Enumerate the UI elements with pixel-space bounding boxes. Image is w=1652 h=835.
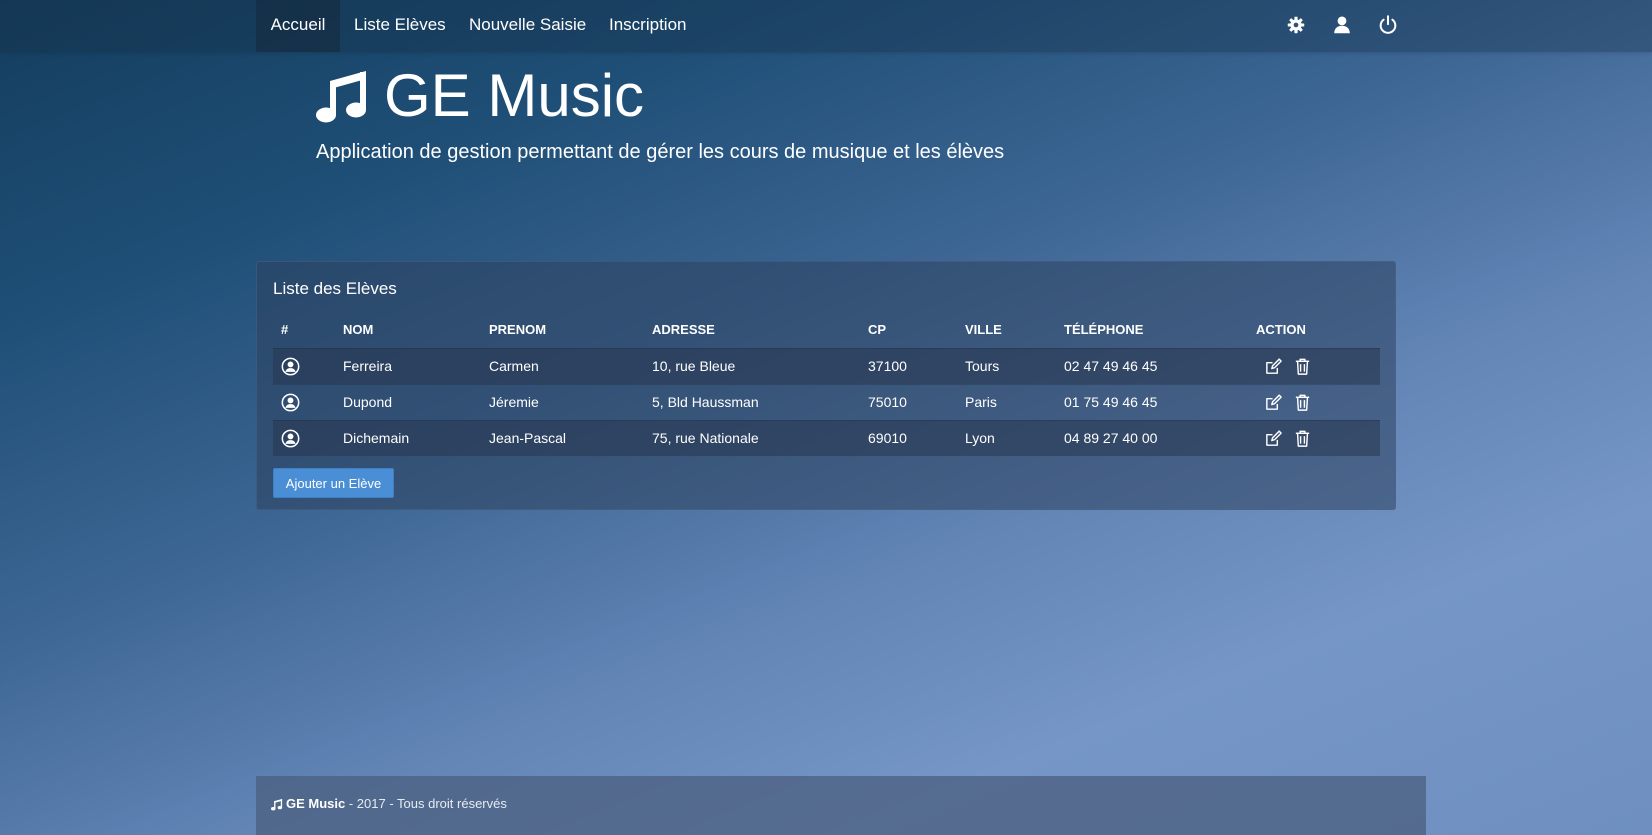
top-navbar: Accueil Liste Elèves Nouvelle Saisie Ins… bbox=[0, 0, 1652, 52]
user-icon[interactable] bbox=[1331, 14, 1353, 36]
cell-ville: Tours bbox=[965, 358, 1000, 374]
col-header-ville: VILLE bbox=[965, 322, 1002, 337]
cell-ville: Lyon bbox=[965, 430, 995, 446]
cell-telephone: 02 47 49 46 45 bbox=[1064, 358, 1158, 374]
nav-item-accueil[interactable]: Accueil bbox=[256, 0, 340, 52]
col-header-adresse: ADRESSE bbox=[652, 322, 715, 337]
nav-item-nouvelle-saisie[interactable]: Nouvelle Saisie bbox=[469, 0, 586, 52]
user-circle-icon bbox=[281, 429, 300, 448]
power-icon[interactable] bbox=[1377, 14, 1399, 36]
col-header-nom: NOM bbox=[343, 322, 374, 337]
trash-icon[interactable] bbox=[1293, 357, 1312, 376]
cell-prenom: Jéremie bbox=[489, 394, 539, 410]
table-row: Ferreira Carmen 10, rue Bleue 37100 Tour… bbox=[273, 348, 1380, 384]
edit-icon[interactable] bbox=[1264, 393, 1283, 412]
edit-icon[interactable] bbox=[1264, 357, 1283, 376]
music-note-icon bbox=[271, 798, 283, 811]
footer-copyright: - 2017 - Tous droit réservés bbox=[345, 796, 507, 811]
nav-item-inscription[interactable]: Inscription bbox=[609, 0, 686, 52]
hero-title: GE Music bbox=[316, 62, 644, 130]
add-student-button[interactable]: Ajouter un Elève bbox=[273, 468, 394, 498]
user-circle-icon bbox=[281, 393, 300, 412]
user-circle-icon bbox=[281, 357, 300, 376]
col-header-id: # bbox=[281, 322, 289, 337]
footer-brand: GE Music bbox=[286, 796, 346, 811]
trash-icon[interactable] bbox=[1293, 393, 1312, 412]
col-header-action: ACTION bbox=[1256, 322, 1306, 337]
students-table: # NOM PRENOM ADRESSE CP VILLE TÉLÉPHONE … bbox=[273, 312, 1380, 456]
music-note-icon bbox=[316, 67, 370, 125]
panel-title: Liste des Elèves bbox=[273, 279, 397, 298]
cell-adresse: 10, rue Bleue bbox=[652, 358, 736, 374]
nav-item-liste-eleves[interactable]: Liste Elèves bbox=[354, 0, 446, 52]
gear-icon[interactable] bbox=[1285, 14, 1307, 36]
footer-text: GE Music - 2017 - Tous droit réservés bbox=[271, 796, 507, 812]
cell-nom: Dichemain bbox=[343, 430, 410, 446]
table-row: Dichemain Jean-Pascal 75, rue Nationale … bbox=[273, 420, 1380, 456]
footer: GE Music - 2017 - Tous droit réservés bbox=[256, 776, 1426, 835]
cell-prenom: Carmen bbox=[489, 358, 539, 374]
edit-icon[interactable] bbox=[1264, 429, 1283, 448]
col-header-prenom: PRENOM bbox=[489, 322, 547, 337]
table-header: # NOM PRENOM ADRESSE CP VILLE TÉLÉPHONE … bbox=[273, 312, 1380, 348]
students-panel: Liste des Elèves # NOM PRENOM ADRESSE CP… bbox=[256, 261, 1396, 510]
table-row: Dupond Jéremie 5, Bld Haussman 75010 Par… bbox=[273, 384, 1380, 420]
app-title: GE Music bbox=[384, 62, 645, 129]
cell-telephone: 01 75 49 46 45 bbox=[1064, 394, 1158, 410]
cell-cp: 69010 bbox=[868, 430, 907, 446]
cell-prenom: Jean-Pascal bbox=[489, 430, 567, 446]
cell-nom: Ferreira bbox=[343, 358, 393, 374]
trash-icon[interactable] bbox=[1293, 429, 1312, 448]
cell-nom: Dupond bbox=[343, 394, 393, 410]
cell-cp: 75010 bbox=[868, 394, 907, 410]
app-subtitle: Application de gestion permettant de gér… bbox=[316, 141, 1005, 163]
col-header-cp: CP bbox=[868, 322, 887, 337]
cell-cp: 37100 bbox=[868, 358, 907, 374]
cell-adresse: 75, rue Nationale bbox=[652, 430, 759, 446]
cell-telephone: 04 89 27 40 00 bbox=[1064, 430, 1158, 446]
col-header-telephone: TÉLÉPHONE bbox=[1064, 322, 1144, 337]
cell-adresse: 5, Bld Haussman bbox=[652, 394, 759, 410]
cell-ville: Paris bbox=[965, 394, 997, 410]
